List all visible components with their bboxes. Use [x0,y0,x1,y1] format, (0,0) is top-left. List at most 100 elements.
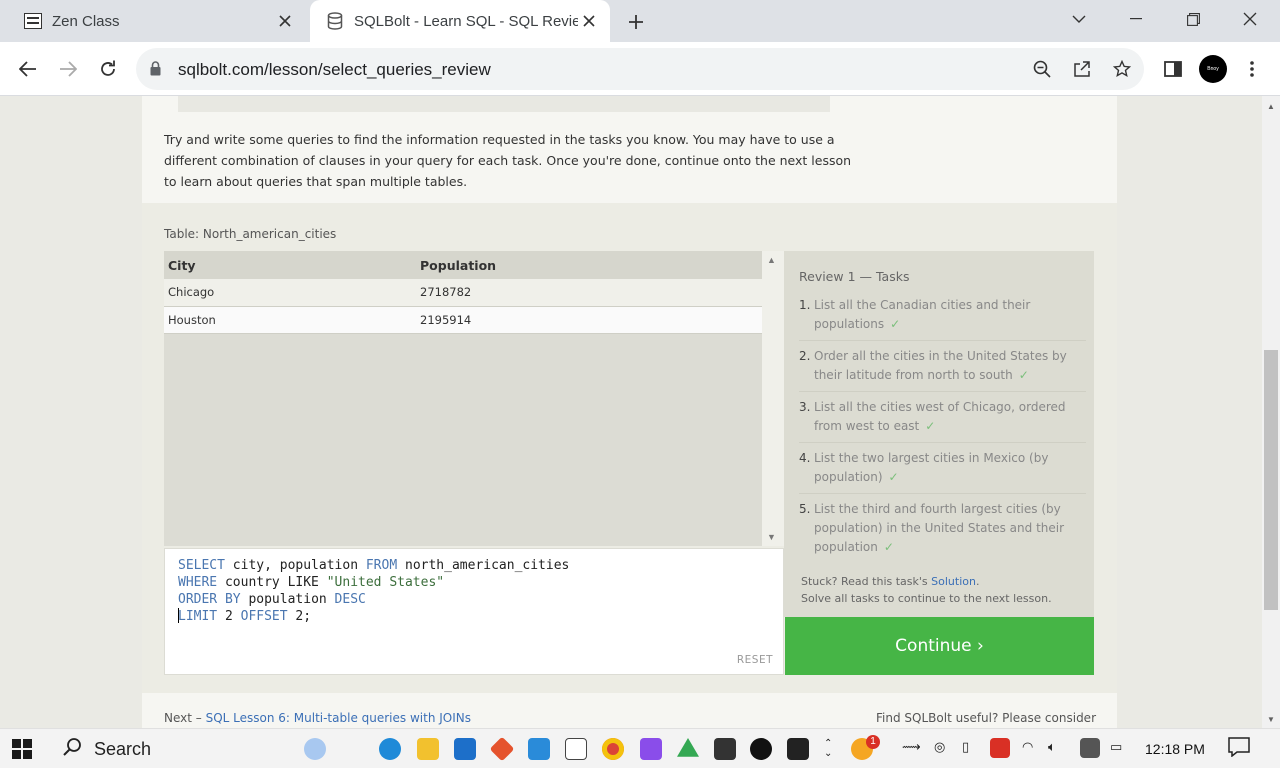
next-lesson-link[interactable]: SQL Lesson 6: Multi-table queries with J… [206,711,471,725]
column-header-population: Population [416,251,762,279]
sql-query-code[interactable]: SELECT city, population FROM north_ameri… [178,557,569,625]
zen-class-app-icon[interactable] [565,738,587,760]
sql-text: 2 [217,609,241,624]
tab-title: Zen Class [52,12,120,30]
task-item: 5. List the third and fourth largest citi… [799,500,1086,563]
usb-icon[interactable]: ▯ [962,739,969,755]
task-text: List the two largest cities in Mexico (b… [814,451,1049,484]
git-icon[interactable] [489,736,515,762]
scroll-down-arrow-icon[interactable]: ▼ [1267,715,1275,724]
lesson-footer: Next – SQL Lesson 6: Multi-table queries… [142,693,1117,728]
task-list: 1. List all the Canadian cities and their… [799,296,1086,569]
page-scrollbar[interactable]: ▲ ▼ [1262,96,1280,728]
github-icon[interactable] [750,738,772,760]
close-tab-icon[interactable] [578,10,600,32]
windows-start-icon[interactable] [12,739,32,759]
chrome-icon[interactable] [602,738,624,760]
scrollbar-thumb[interactable] [1264,350,1278,610]
browser-menu-icon[interactable] [1238,55,1266,83]
lesson-content: Try and write some queries to find the i… [142,96,1117,728]
close-window-button[interactable] [1222,0,1278,38]
task-item: 4. List the two largest cities in Mexico … [799,449,1086,494]
windows-taskbar: Search ⌃ ⌄ 1 ⟿ ◎ ▯ ◠ 🔈︎ ▭ 12:18 PM [0,728,1280,768]
minimize-button[interactable] [1108,0,1164,38]
sql-text: city, population [224,558,366,573]
zoom-out-icon[interactable] [1032,59,1052,79]
font-app-icon[interactable] [714,738,736,760]
share-icon[interactable] [1072,59,1092,79]
task-number: 2. [799,349,811,363]
vpn-icon[interactable]: ⟿ [902,739,921,755]
scroll-up-arrow-icon[interactable]: ▲ [767,255,776,265]
reset-button[interactable]: RESET [737,654,773,666]
new-tab-button[interactable] [622,8,650,36]
figma-icon[interactable] [640,738,662,760]
google-drive-icon[interactable] [677,738,699,757]
restore-button[interactable] [1165,0,1221,38]
solution-link[interactable]: Solution [931,575,976,588]
vscode-icon[interactable] [528,738,550,760]
tasks-title: Review 1 — Tasks [799,269,910,284]
query-results: City Population Chicago 2718782 Houston … [164,251,784,546]
results-table: City Population Chicago 2718782 Houston … [164,251,762,334]
file-explorer-icon[interactable] [417,738,439,760]
stuck-hint: Stuck? Read this task's Solution. Solve … [801,575,1052,605]
back-button[interactable] [14,55,42,83]
sql-text: 2; [287,609,312,624]
taskbar-clock[interactable]: 12:18 PM [1145,741,1205,757]
stuck-text: Stuck? Read this task's [801,575,932,588]
database-favicon-icon [326,12,344,30]
media-icon[interactable] [1080,738,1100,758]
wifi-icon[interactable]: ◠ [1022,739,1033,755]
table-caption: Table: North_american_cities [164,227,337,241]
address-bar[interactable]: sqlbolt.com/lesson/select_queries_review [136,48,1144,90]
edge-browser-icon[interactable] [379,738,401,760]
lesson-intro-text: Try and write some queries to find the i… [164,132,852,189]
camera-icon[interactable]: ◎ [934,739,945,755]
task-item: 1. List all the Canadian cities and their… [799,296,1086,341]
profile-avatar[interactable]: Bnoy [1199,55,1227,83]
sql-text: population [240,592,335,607]
task-item: 3. List all the cities west of Chicago, o… [799,398,1086,443]
support-text: Find SQLBolt useful? Please consider [876,711,1096,725]
bookmark-star-icon[interactable] [1112,59,1132,79]
next-prefix: Next – [164,711,206,725]
tab-zen-class[interactable]: Zen Class [8,0,306,42]
sql-editor[interactable]: SELECT city, population FROM north_ameri… [164,548,784,675]
reload-button[interactable] [94,55,122,83]
column-header-city: City [164,251,416,279]
search-label: Search [94,738,152,759]
browser-toolbar: sqlbolt.com/lesson/select_queries_review… [0,42,1280,96]
tab-search-chevron-icon[interactable] [1051,0,1107,38]
exercise-panel: Table: North_american_cities City Popula… [142,203,1117,693]
browser-tab-strip: Zen Class SQLBolt - Learn SQL - SQL Revi… [0,0,1280,42]
results-scrollbar[interactable]: ▲ ▼ [762,251,784,546]
forward-button[interactable] [54,55,82,83]
page-viewport: Try and write some queries to find the i… [0,96,1262,728]
checkmark-icon: ✓ [890,317,901,331]
volume-icon[interactable]: 🔈︎ [1048,739,1056,755]
sql-keyword: LIMIT [178,609,218,624]
tab-sqlbolt[interactable]: SQLBolt - Learn SQL - SQL Revie [310,0,610,42]
checkmark-icon: ✓ [1018,368,1029,382]
notifications-icon[interactable] [1228,737,1250,760]
task-text-wrap: List the third and fourth largest cities… [814,500,1086,557]
url-text[interactable]: sqlbolt.com/lesson/select_queries_review [178,60,491,80]
app-icon[interactable] [787,738,809,760]
antivirus-icon[interactable] [990,738,1010,758]
continue-button[interactable]: Continue › [785,617,1094,675]
notification-count-badge: 1 [866,735,880,749]
show-hidden-icons-chevron-icon[interactable]: ⌃ ⌄ [824,739,832,759]
cell-city: Chicago [164,279,416,307]
battery-icon[interactable]: ▭ [1110,739,1122,755]
scroll-down-arrow-icon[interactable]: ▼ [767,532,776,542]
checkmark-icon: ✓ [883,540,894,554]
task-number: 4. [799,451,811,465]
scroll-up-arrow-icon[interactable]: ▲ [1267,102,1275,111]
search-highlight-icon[interactable] [304,738,326,760]
mail-icon[interactable] [454,738,476,760]
side-panel-icon[interactable] [1159,55,1187,83]
close-tab-icon[interactable] [274,10,296,32]
task-text-wrap: Order all the cities in the United State… [814,347,1086,385]
lock-icon[interactable] [150,61,161,81]
